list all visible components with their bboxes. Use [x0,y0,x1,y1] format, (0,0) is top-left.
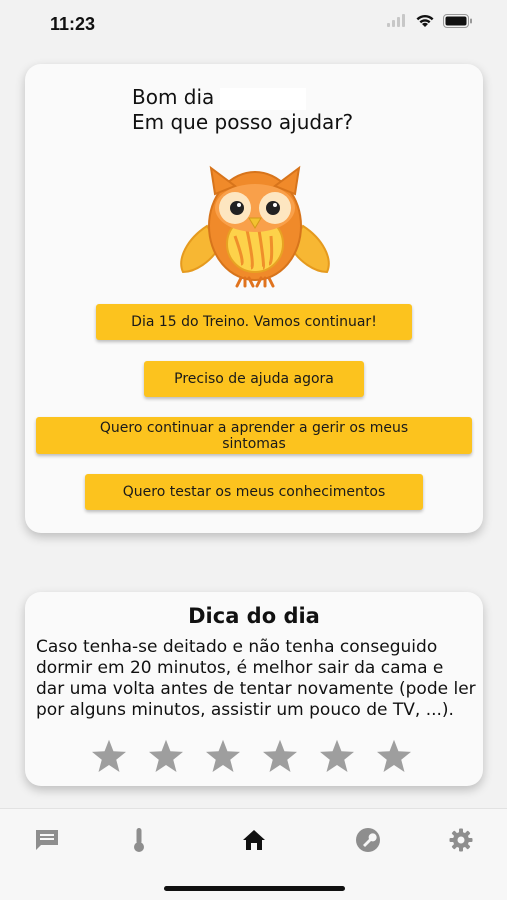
wrench-icon [356,828,380,852]
home-icon [243,830,265,850]
home-indicator [164,886,345,891]
need-help-button[interactable]: Preciso de ajuda agora [144,361,364,397]
learn-symptoms-button[interactable]: Quero continuar a aprender a gerir os me… [36,417,472,454]
user-name-placeholder [220,87,307,110]
status-icons [387,14,473,28]
continue-training-button[interactable]: Dia 15 do Treino. Vamos continuar! [96,304,412,340]
star-icon[interactable] [91,739,127,773]
nav-home[interactable] [239,827,269,853]
thermometer-icon [134,828,144,852]
status-time: 11:23 [50,14,96,34]
nav-temperature[interactable] [124,827,154,853]
status-bar: 11:23 [0,0,507,50]
star-icon[interactable] [205,739,241,773]
assistant-card: Bom dia Em que posso ajudar? Dia 15 do T… [25,64,483,533]
star-icon[interactable] [148,739,184,773]
star-icon[interactable] [262,739,298,773]
signal-icon [387,14,405,27]
gear-icon [449,828,473,852]
tip-title: Dica do dia [188,604,320,628]
star-icon[interactable] [376,739,412,773]
battery-icon [443,14,472,28]
nav-settings[interactable] [446,827,476,853]
greeting: Bom dia Em que posso ajudar? [132,85,353,134]
tip-text: Caso tenha-se deitado e não tenha conseg… [36,637,476,720]
greeting-line2: Em que posso ajudar? [132,109,354,134]
wifi-icon [416,14,434,27]
tip-card: Dica do dia Caso tenha-se deitado e não … [25,592,483,786]
greeting-line1: Bom dia [132,85,215,109]
test-knowledge-button[interactable]: Quero testar os meus conhecimentos [85,474,423,510]
nav-tools[interactable] [353,827,383,853]
owl-mascot-icon [180,165,330,288]
nav-chat[interactable] [32,827,62,853]
rating-stars [91,739,412,773]
chat-icon [36,830,58,850]
star-icon[interactable] [319,739,355,773]
